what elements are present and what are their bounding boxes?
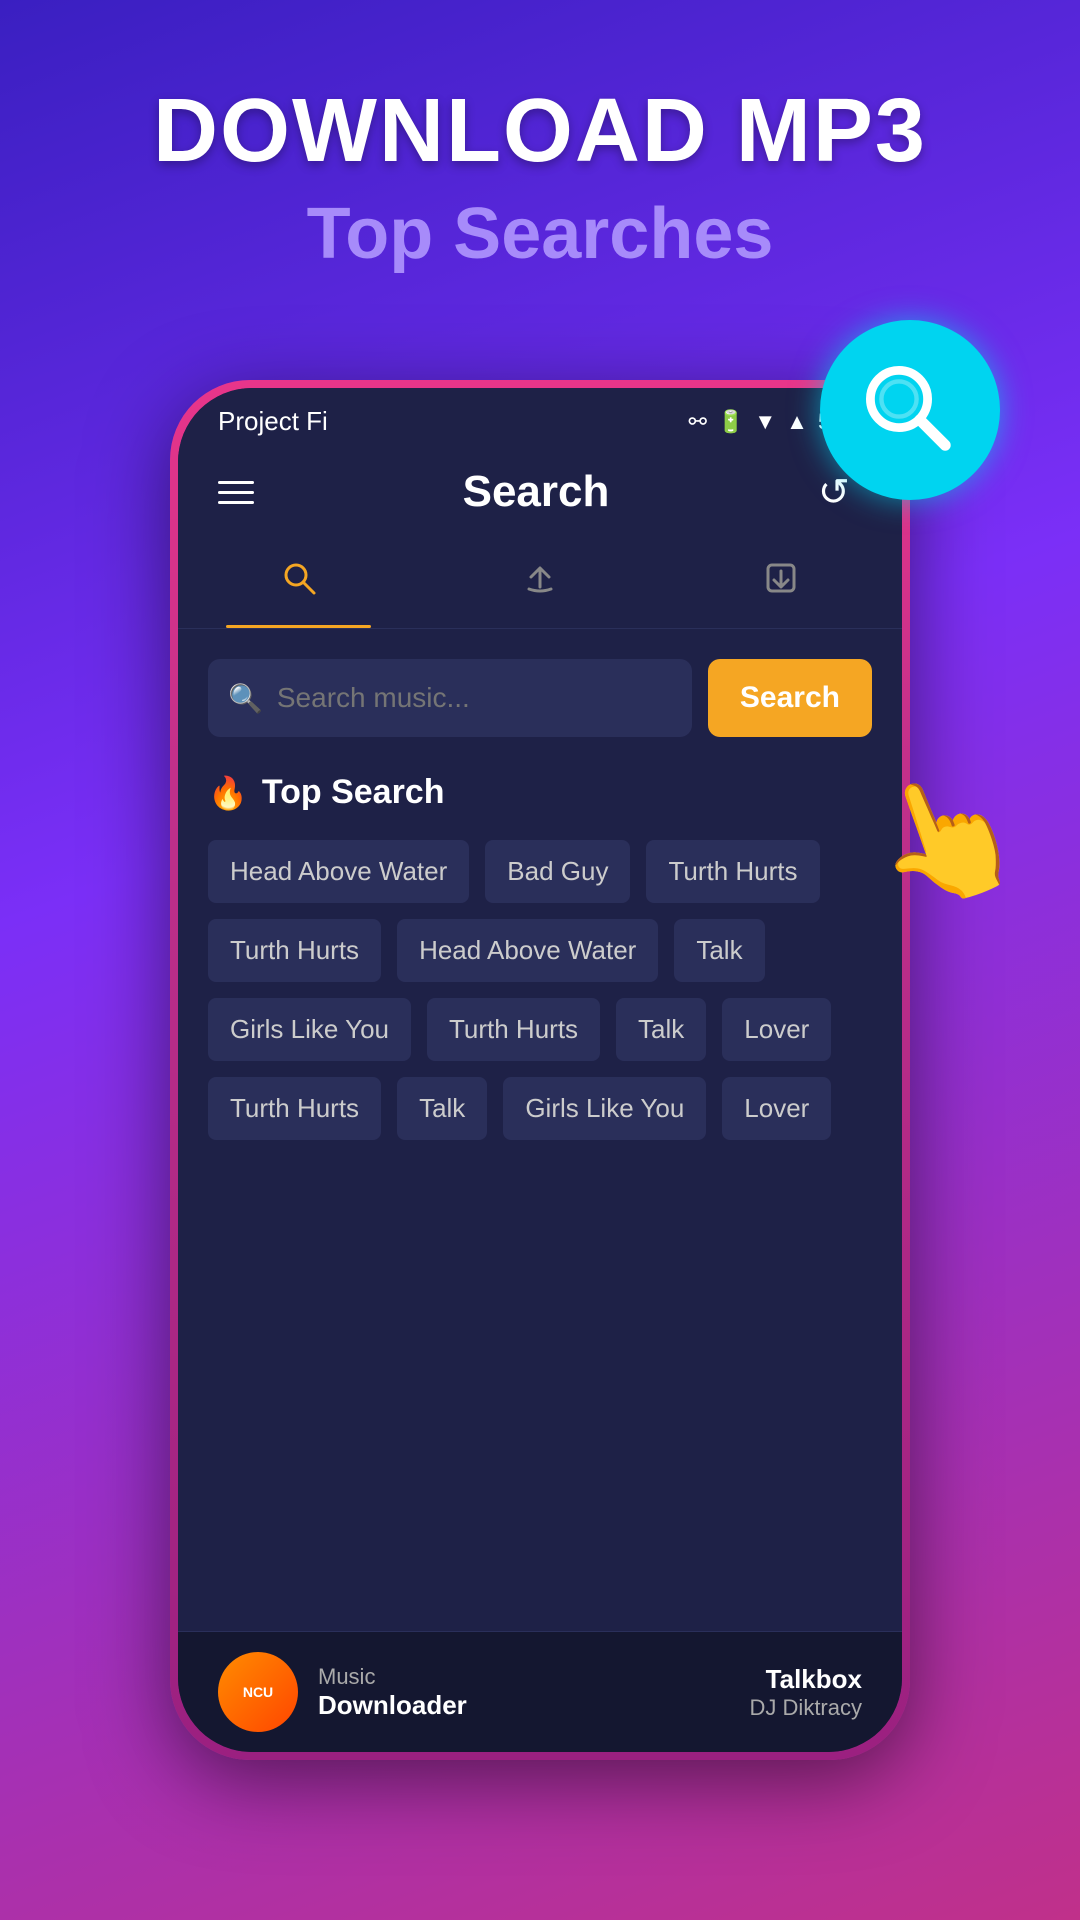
hamburger-line-3: [218, 501, 254, 504]
phone-mockup: Project Fi ⚯ 🔋 ▼ ▲ 59% Search ↺: [170, 380, 910, 1760]
search-tag[interactable]: Turth Hurts: [646, 840, 819, 903]
header-area: DOWNLOAD MP3 Top Searches: [0, 0, 1080, 305]
search-tag[interactable]: Turth Hurts: [208, 1077, 381, 1140]
search-input-icon: 🔍: [228, 682, 263, 715]
hamburger-menu[interactable]: [218, 481, 254, 504]
search-button[interactable]: Search: [708, 659, 872, 737]
app-name-label: Music: [318, 1664, 730, 1690]
phone-outer: Project Fi ⚯ 🔋 ▼ ▲ 59% Search ↺: [170, 380, 910, 1760]
main-title: DOWNLOAD MP3: [0, 80, 1080, 183]
fire-icon: 🔥: [208, 774, 248, 812]
main-subtitle: Top Searches: [0, 193, 1080, 275]
bottom-info: Music Downloader: [318, 1664, 730, 1721]
search-content: 🔍 Search 🔥 Top Search Head Above Water Ba…: [178, 629, 902, 1631]
wifi-icon: ▼: [754, 409, 776, 435]
tab-upload[interactable]: [419, 537, 660, 628]
search-tag[interactable]: Bad Guy: [485, 840, 630, 903]
vibrate-icon: 🔋: [717, 409, 744, 435]
bottom-bar: NCU Music Downloader Talkbox DJ Diktracy: [178, 1631, 902, 1752]
app-header: Search ↺: [178, 447, 902, 537]
now-playing-artist: DJ Diktracy: [750, 1695, 862, 1721]
album-art: NCU: [218, 1652, 298, 1732]
hamburger-line-1: [218, 481, 254, 484]
search-tag[interactable]: Talk: [616, 998, 706, 1061]
search-music-input[interactable]: [277, 682, 672, 714]
search-tag[interactable]: Lover: [722, 998, 831, 1061]
top-search-header: 🔥 Top Search: [208, 773, 872, 812]
app-sub-label: Downloader: [318, 1690, 730, 1721]
album-art-text: NCU: [243, 1684, 273, 1701]
magnify-icon: [855, 355, 965, 465]
now-playing-title: Talkbox: [750, 1664, 862, 1695]
search-tab-icon: [280, 559, 318, 606]
search-tag[interactable]: Turth Hurts: [427, 998, 600, 1061]
tab-bar: [178, 537, 902, 629]
phone-inner: Project Fi ⚯ 🔋 ▼ ▲ 59% Search ↺: [178, 388, 902, 1752]
search-tag[interactable]: Girls Like You: [208, 998, 411, 1061]
tags-container: Head Above Water Bad Guy Turth Hurts Turth …: [208, 840, 872, 1140]
status-bar: Project Fi ⚯ 🔋 ▼ ▲ 59%: [178, 388, 902, 447]
search-tag[interactable]: Talk: [674, 919, 764, 982]
carrier-text: Project Fi: [218, 406, 328, 437]
upload-tab-icon: [521, 559, 559, 606]
search-tag[interactable]: Head Above Water: [397, 919, 658, 982]
search-icon-circle: [820, 320, 1000, 500]
tab-download[interactable]: [661, 537, 902, 628]
download-tab-icon: [762, 559, 800, 606]
signal-icon: ▲: [786, 409, 808, 435]
bottom-right-info: Talkbox DJ Diktracy: [750, 1664, 862, 1721]
search-tag[interactable]: Girls Like You: [503, 1077, 706, 1140]
tab-search[interactable]: [178, 537, 419, 628]
bluetooth-icon: ⚯: [689, 409, 707, 435]
hamburger-line-2: [218, 491, 254, 494]
top-search-title: Top Search: [262, 773, 445, 812]
search-input-wrapper: 🔍: [208, 659, 692, 737]
search-tag[interactable]: Turth Hurts: [208, 919, 381, 982]
search-bar-row: 🔍 Search: [208, 659, 872, 737]
search-tag[interactable]: Talk: [397, 1077, 487, 1140]
search-tag[interactable]: Lover: [722, 1077, 831, 1140]
app-screen-title: Search: [463, 467, 610, 517]
search-tag[interactable]: Head Above Water: [208, 840, 469, 903]
